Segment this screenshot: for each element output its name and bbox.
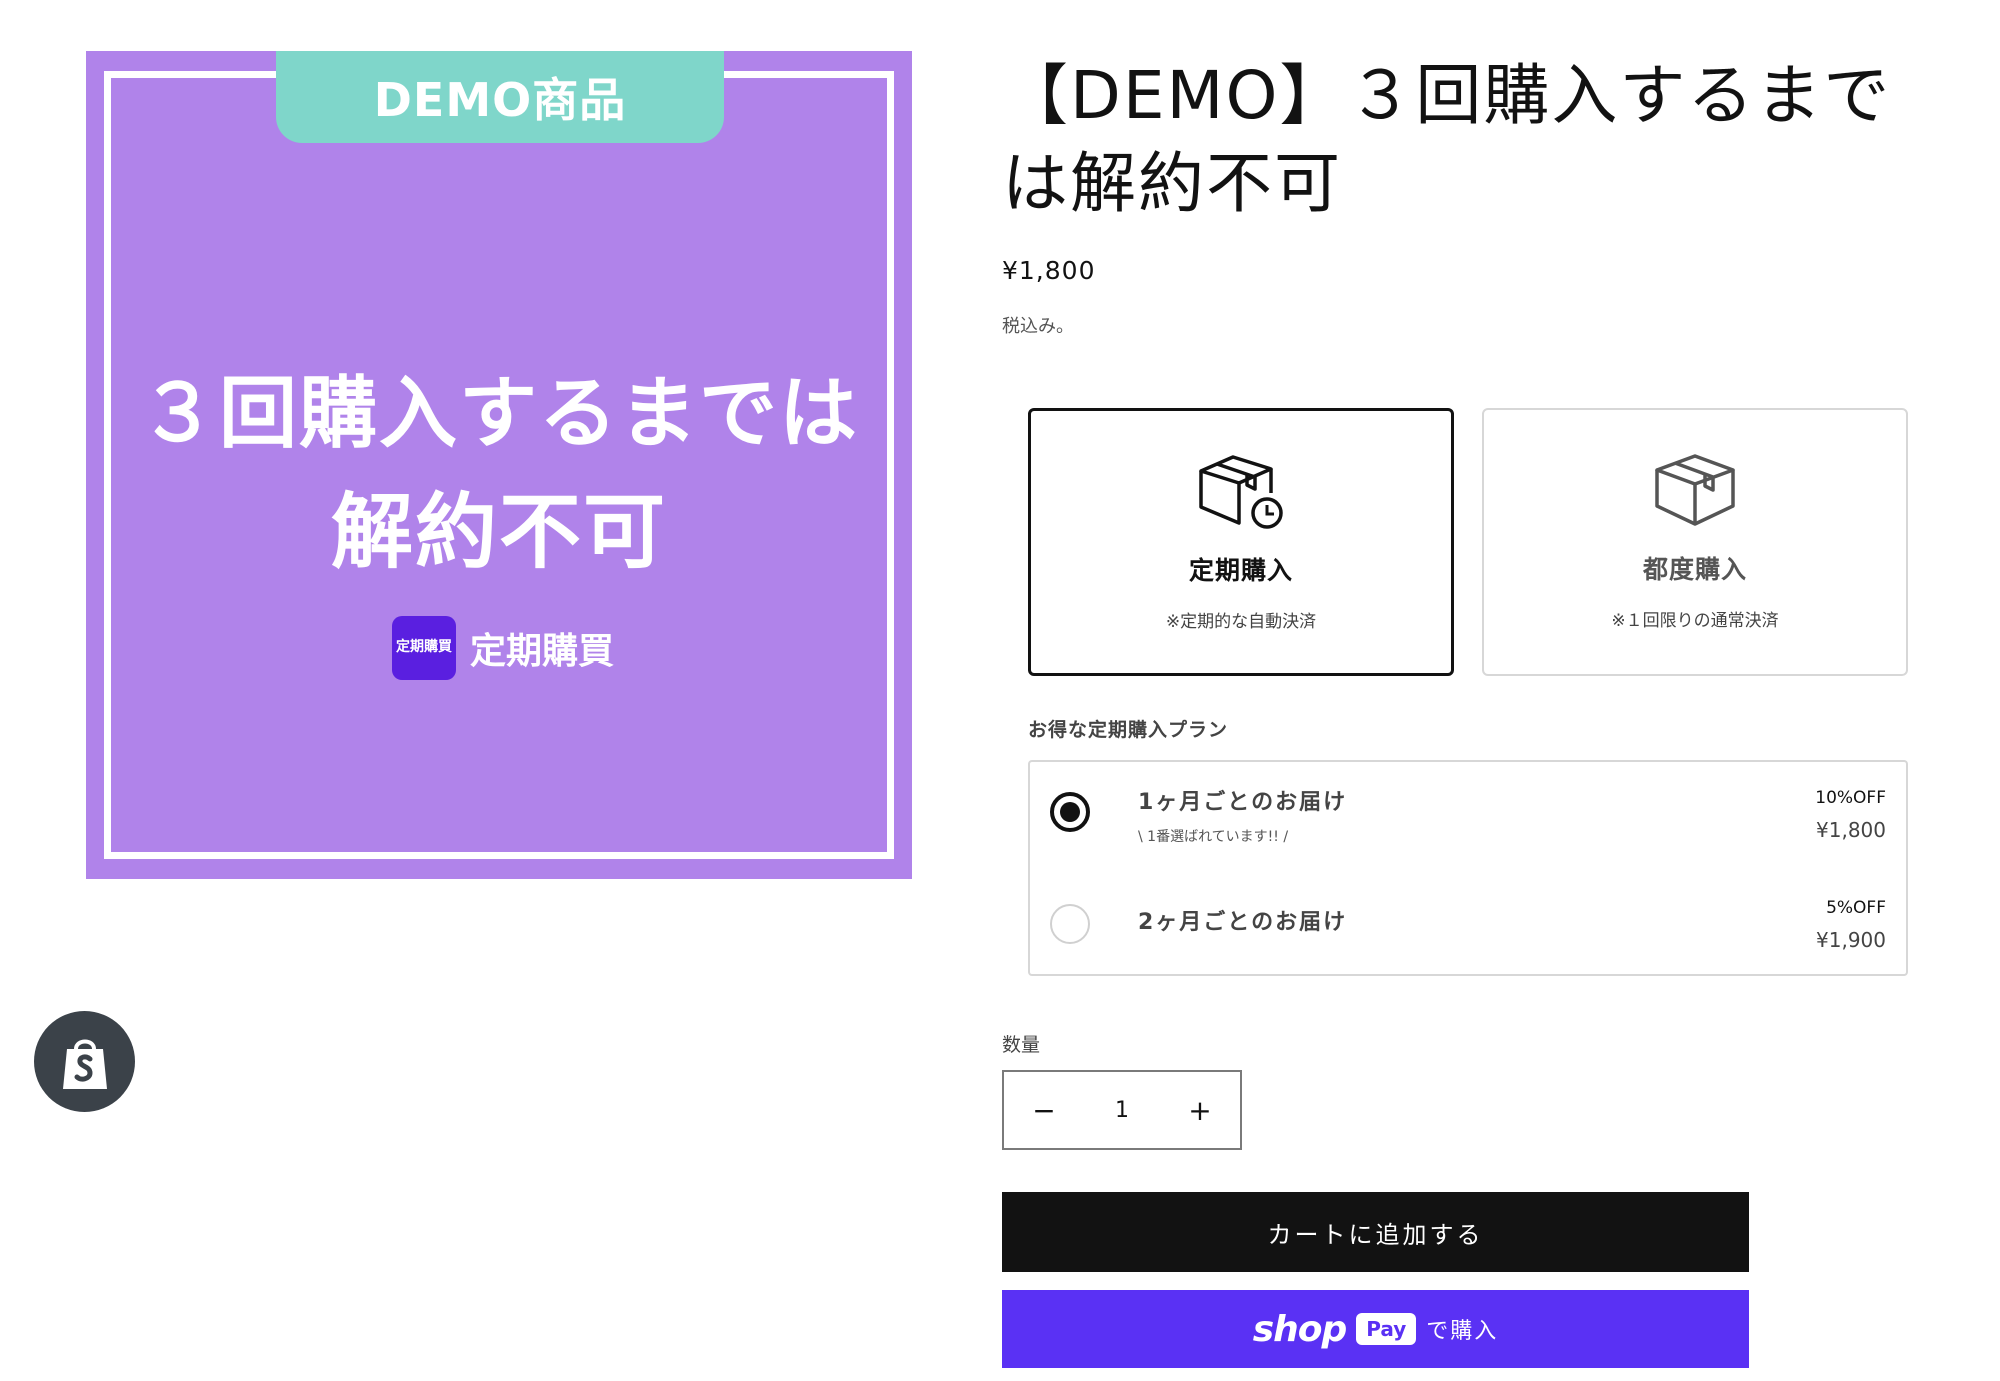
plan-name: 2ヶ月ごとのお届け	[1138, 910, 1348, 935]
image-headline-line1: ３回購入するまでは	[138, 369, 859, 459]
shop-pay-button[interactable]: shop Pay で購入	[1002, 1290, 1749, 1368]
shop-pay-logo-shop: shop	[1252, 1308, 1348, 1350]
quantity-stepper: − +	[1002, 1070, 1242, 1150]
plan-heading: お得な定期購入プラン	[1028, 719, 1229, 741]
box-clock-icon	[1199, 455, 1283, 529]
plan-discount: 10%OFF	[1815, 788, 1886, 808]
shopify-bag-icon	[62, 1039, 107, 1089]
plan-radio-selected[interactable]	[1050, 792, 1090, 832]
one-time-note: ※１回限りの通常決済	[1611, 611, 1779, 631]
plan-name: 1ヶ月ごとのお届け	[1138, 790, 1348, 815]
plan-selector: 1ヶ月ごとのお届け \ 1番選ばれています!! / 10%OFF ¥1,800 …	[1028, 760, 1908, 976]
quantity-input[interactable]	[1084, 1080, 1160, 1140]
one-time-option-card[interactable]: 都度購入 ※１回限りの通常決済	[1482, 408, 1908, 676]
image-logo: 定期購買 定期購買	[392, 616, 614, 680]
plan-popular-note: \ 1番選ばれています!! /	[1138, 829, 1289, 845]
logo-mark: 定期購買	[392, 616, 456, 680]
subscription-option-card[interactable]: 定期購入 ※定期的な自動決済	[1028, 408, 1454, 676]
plan-discount: 5%OFF	[1826, 898, 1886, 918]
shop-pay-label: で購入	[1426, 1319, 1499, 1344]
product-title: 【DEMO】３回購入するまでは解約不可	[1002, 57, 1892, 222]
subscription-label: 定期購入	[1188, 556, 1293, 585]
plan-radio[interactable]	[1050, 904, 1090, 944]
plan-option-2month[interactable]: 2ヶ月ごとのお届け 5%OFF ¥1,900	[1030, 870, 1906, 970]
tax-note: 税込み。	[1002, 316, 1074, 337]
plan-price: ¥1,900	[1816, 928, 1886, 952]
demo-badge: DEMO商品	[276, 51, 724, 143]
quantity-increase-button[interactable]: +	[1160, 1072, 1240, 1148]
quantity-decrease-button[interactable]: −	[1004, 1072, 1084, 1148]
plan-price: ¥1,800	[1816, 818, 1886, 842]
shop-pay-logo-pay: Pay	[1356, 1313, 1417, 1345]
image-headline-line2: 解約不可	[330, 485, 667, 580]
subscription-note: ※定期的な自動決済	[1165, 612, 1317, 632]
one-time-label: 都度購入	[1642, 555, 1747, 584]
quantity-label: 数量	[1002, 1034, 1041, 1056]
product-price: ¥1,800	[1002, 256, 1096, 285]
box-icon	[1655, 454, 1735, 526]
product-image[interactable]: DEMO商品 ３回購入するまでは 解約不可 定期購買 定期購買	[86, 51, 912, 879]
plan-option-1month[interactable]: 1ヶ月ごとのお届け \ 1番選ばれています!! / 10%OFF ¥1,800	[1030, 762, 1906, 862]
shopify-badge[interactable]	[34, 1011, 135, 1112]
add-to-cart-button[interactable]: カートに追加する	[1002, 1192, 1749, 1272]
logo-text: 定期購買	[470, 631, 615, 672]
